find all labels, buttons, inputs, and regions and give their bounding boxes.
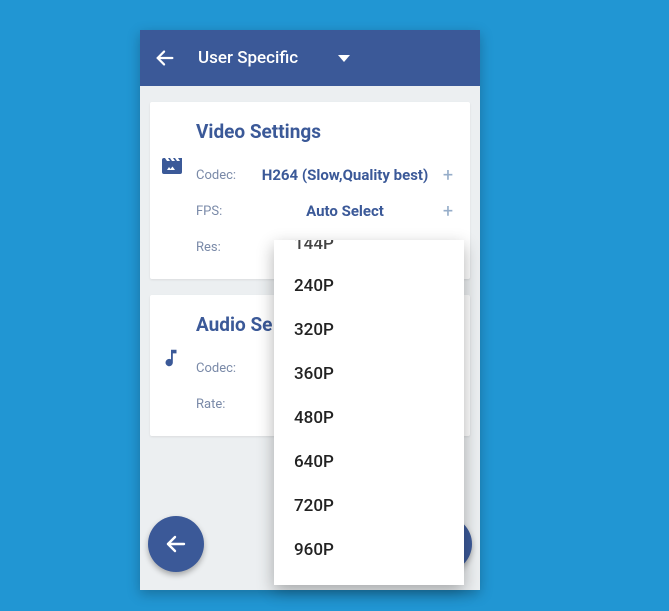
app-bar: User Specific	[140, 30, 480, 86]
caret-down-icon	[338, 55, 350, 62]
dropdown-option[interactable]: 480P	[274, 396, 464, 440]
back-button[interactable]	[154, 47, 176, 69]
dropdown-option[interactable]: 720P	[274, 484, 464, 528]
codec-row[interactable]: Codec: H264 (Slow,Quality best) +	[196, 157, 456, 193]
dropdown-option[interactable]: 240P	[274, 264, 464, 308]
header-title: User Specific	[198, 48, 298, 68]
arrow-left-icon	[164, 532, 188, 556]
header-dropdown[interactable]: User Specific	[198, 48, 350, 68]
codec-label: Codec:	[196, 168, 250, 183]
dropdown-option[interactable]: 640P	[274, 440, 464, 484]
fab-back[interactable]	[148, 516, 204, 572]
dropdown-option[interactable]: 320P	[274, 308, 464, 352]
audio-rate-label: Rate:	[196, 397, 250, 412]
video-section-title: Video Settings	[196, 120, 456, 143]
audio-codec-label: Codec:	[196, 361, 250, 376]
music-note-icon	[160, 347, 182, 369]
res-label: Res:	[196, 240, 250, 255]
dropdown-option[interactable]: 144P	[274, 240, 464, 264]
plus-icon[interactable]: +	[440, 165, 456, 186]
codec-value: H264 (Slow,Quality best)	[260, 166, 430, 184]
arrow-left-icon	[154, 47, 176, 69]
fps-value: Auto Select	[260, 202, 430, 220]
resolution-dropdown: 144P 240P 320P 360P 480P 640P 720P 960P	[274, 240, 464, 585]
plus-icon[interactable]: +	[440, 201, 456, 222]
dropdown-option[interactable]: 960P	[274, 528, 464, 572]
video-icon	[160, 154, 184, 178]
dropdown-option[interactable]: 360P	[274, 352, 464, 396]
fps-row[interactable]: FPS: Auto Select +	[196, 193, 456, 229]
fps-label: FPS:	[196, 204, 250, 219]
